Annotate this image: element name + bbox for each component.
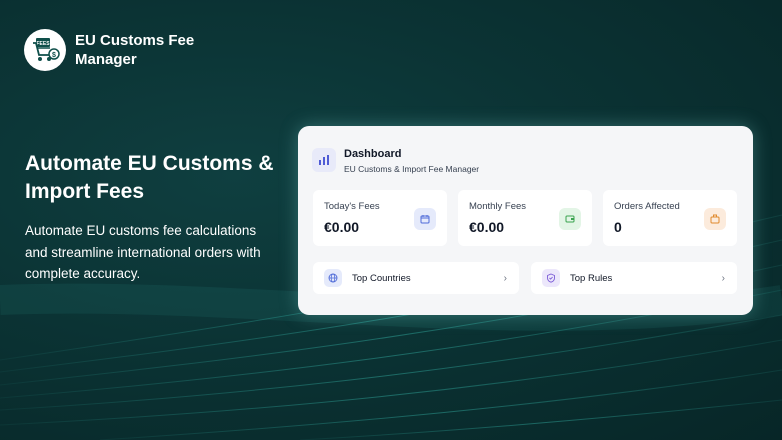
stat-value: €0.00: [324, 219, 360, 235]
bar-chart-icon: [312, 148, 336, 172]
stat-orders-affected[interactable]: Orders Affected 0: [603, 190, 737, 246]
hero-subtext: Automate EU customs fee calculations and…: [25, 223, 261, 281]
stat-value: €0.00: [469, 219, 505, 235]
stat-label: Monthly Fees: [469, 201, 527, 212]
shield-icon: [542, 269, 560, 287]
dashboard-subtitle: EU Customs & Import Fee Manager: [344, 164, 480, 174]
top-rules-link[interactable]: Top Rules ›: [531, 262, 737, 294]
stat-todays-fees[interactable]: Today's Fees €0.00: [313, 190, 447, 246]
svg-text:$: $: [52, 52, 56, 59]
dashboard-card: Dashboard EU Customs & Import Fee Manage…: [298, 126, 753, 315]
link-label: Top Rules: [570, 272, 613, 284]
cart-dollar-icon: FEES $: [24, 29, 66, 71]
chevron-right-icon: ›: [721, 272, 725, 284]
globe-icon: [324, 269, 342, 287]
calendar-icon: [414, 208, 436, 230]
wallet-icon: [559, 208, 581, 230]
stat-label: Today's Fees: [324, 201, 380, 212]
brand-name: EU Customs Fee Manager: [75, 32, 195, 68]
stat-value: 0: [614, 219, 622, 235]
brand: FEES $ EU Customs Fee Manager: [24, 29, 215, 71]
top-countries-link[interactable]: Top Countries ›: [313, 262, 519, 294]
briefcase-icon: [704, 208, 726, 230]
stat-label: Orders Affected: [614, 201, 680, 212]
link-label: Top Countries: [352, 272, 411, 284]
dashboard-title: Dashboard: [344, 148, 402, 160]
chevron-right-icon: ›: [503, 272, 507, 284]
stat-monthly-fees[interactable]: Monthly Fees €0.00: [458, 190, 592, 246]
hero-headline: Automate EU Customs & Import Fees: [25, 152, 274, 203]
logo-text: FEES: [36, 41, 50, 47]
